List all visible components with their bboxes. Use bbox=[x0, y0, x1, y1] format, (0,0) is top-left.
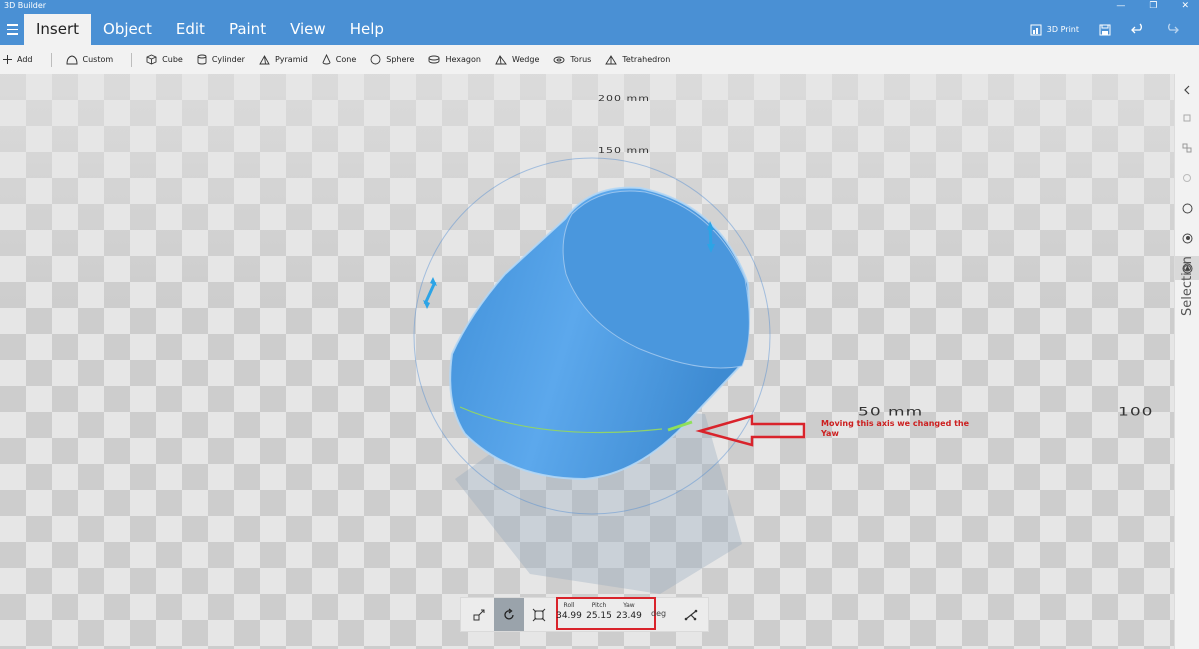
add-button[interactable]: Add bbox=[3, 55, 33, 64]
pyramid-icon bbox=[259, 54, 270, 64]
print-icon bbox=[1030, 24, 1042, 35]
redo-button[interactable] bbox=[1165, 23, 1179, 37]
panel-tool-4[interactable] bbox=[1175, 196, 1199, 220]
undo-icon bbox=[1131, 23, 1142, 33]
roll-field[interactable]: Roll 34.99 bbox=[554, 598, 584, 621]
tab-edit[interactable]: Edit bbox=[164, 14, 217, 45]
shape-pyramid-button[interactable]: Pyramid bbox=[259, 54, 308, 65]
3d-viewport[interactable]: 200 mm 150 mm 50 mm 100 Moving this axis… bbox=[0, 74, 1174, 649]
shape-cylinder-button[interactable]: Cylinder bbox=[197, 54, 245, 65]
pitch-field[interactable]: Pitch 25.15 bbox=[584, 598, 614, 621]
shape-cone-button[interactable]: Cone bbox=[322, 54, 356, 65]
select-all-icon bbox=[1182, 143, 1192, 153]
select-icon bbox=[1183, 114, 1191, 122]
cube-icon bbox=[146, 54, 157, 65]
panel-tool-2[interactable] bbox=[1175, 136, 1199, 160]
save-button[interactable] bbox=[1099, 24, 1111, 36]
roll-value[interactable]: 34.99 bbox=[554, 611, 584, 621]
tab-insert[interactable]: Insert bbox=[24, 14, 92, 45]
rotate-button[interactable] bbox=[494, 598, 524, 631]
shape-hexagon-button[interactable]: Hexagon bbox=[428, 55, 481, 64]
close-icon[interactable]: ✕ bbox=[1181, 0, 1189, 12]
shape-cube-button[interactable]: Cube bbox=[146, 54, 183, 65]
torus-icon bbox=[553, 56, 565, 63]
tetrahedron-icon bbox=[605, 54, 618, 64]
roll-label: Roll bbox=[563, 602, 575, 609]
tab-paint[interactable]: Paint bbox=[217, 14, 278, 45]
roll-axis-handle[interactable] bbox=[423, 281, 437, 305]
yaw-label: Yaw bbox=[623, 602, 635, 609]
shape-torus-button[interactable]: Torus bbox=[553, 55, 591, 64]
right-panel: Selection bbox=[1174, 74, 1199, 649]
rotate-icon bbox=[504, 607, 514, 619]
scene-canvas bbox=[413, 157, 806, 594]
circle-icon bbox=[1182, 203, 1192, 213]
panel-tool-5[interactable] bbox=[1175, 226, 1199, 250]
gizmo-icon bbox=[684, 609, 698, 620]
collapse-panel-button[interactable] bbox=[1175, 78, 1199, 102]
pitch-label: Pitch bbox=[591, 602, 607, 609]
yaw-field[interactable]: Yaw 23.49 bbox=[614, 598, 644, 621]
3d-print-label: 3D Print bbox=[1046, 25, 1079, 34]
cone-icon bbox=[322, 54, 331, 65]
scale-icon bbox=[532, 608, 546, 621]
shape-wedge-button[interactable]: Wedge bbox=[495, 54, 539, 65]
move-button[interactable] bbox=[464, 598, 494, 631]
tab-object[interactable]: Object bbox=[91, 14, 164, 45]
hamburger-icon[interactable] bbox=[0, 14, 24, 45]
yaw-value[interactable]: 23.49 bbox=[614, 611, 644, 621]
selection-panel-label[interactable]: Selection bbox=[1180, 256, 1195, 316]
sphere-icon bbox=[370, 54, 381, 65]
pitch-value[interactable]: 25.15 bbox=[584, 611, 614, 621]
panel-tool-1[interactable] bbox=[1175, 106, 1199, 130]
minimize-icon[interactable]: — bbox=[1116, 0, 1125, 12]
insert-toolbar: Add Custom Cube Cylinder Pyramid Cone Sp… bbox=[0, 45, 1199, 74]
plus-icon bbox=[3, 55, 12, 64]
annotation-text: Moving this axis we changed the Yaw bbox=[821, 419, 970, 438]
shape-sphere-button[interactable]: Sphere bbox=[370, 54, 414, 65]
wedge-icon bbox=[495, 54, 507, 64]
tab-view[interactable]: View bbox=[278, 14, 338, 45]
undo-button[interactable] bbox=[1131, 23, 1145, 37]
scale-button[interactable] bbox=[524, 598, 554, 631]
redo-icon bbox=[1168, 23, 1179, 33]
window-title: 3D Builder bbox=[4, 1, 47, 10]
gizmo-button[interactable] bbox=[676, 598, 706, 631]
panel-tool-3[interactable] bbox=[1175, 166, 1199, 190]
custom-button[interactable]: Custom bbox=[65, 54, 113, 65]
menu-bar: Insert Object Edit Paint View Help 3D Pr… bbox=[0, 14, 1199, 45]
chevron-left-icon bbox=[1184, 85, 1190, 95]
custom-shape-icon bbox=[65, 54, 78, 64]
rotation-unit: deg bbox=[651, 609, 667, 618]
transform-controls: Roll 34.99 Pitch 25.15 Yaw 23.49 deg bbox=[460, 597, 709, 632]
hexagon-icon bbox=[429, 55, 440, 64]
save-icon bbox=[1099, 24, 1111, 35]
move-icon bbox=[473, 609, 485, 620]
annotation-arrow bbox=[695, 414, 806, 447]
cylinder-icon bbox=[197, 54, 207, 65]
settings-icon bbox=[1183, 174, 1191, 182]
tab-help[interactable]: Help bbox=[338, 14, 396, 45]
target-icon bbox=[1182, 233, 1192, 243]
shape-tetrahedron-button[interactable]: Tetrahedron bbox=[605, 54, 670, 65]
3d-print-button[interactable]: 3D Print bbox=[1030, 24, 1079, 36]
title-bar: 3D Builder — ❐ ✕ bbox=[0, 0, 1199, 14]
maximize-icon[interactable]: ❐ bbox=[1149, 0, 1157, 12]
